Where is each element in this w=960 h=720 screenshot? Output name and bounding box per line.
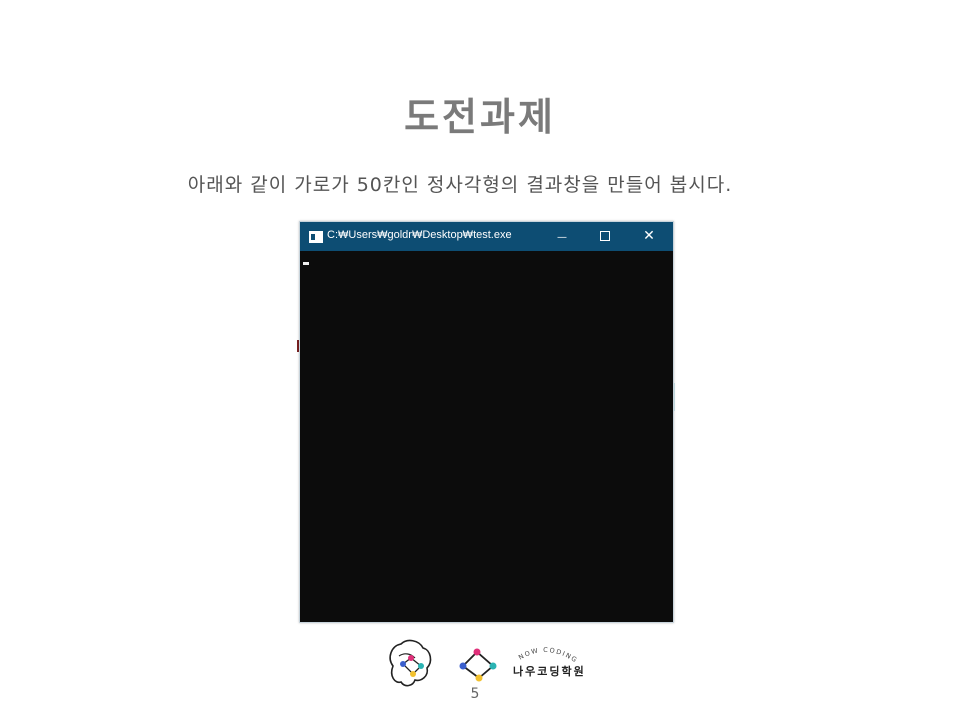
close-icon: ✕: [643, 228, 655, 244]
brand-english-arc: NOW CODING: [517, 646, 579, 665]
console-window[interactable]: C:₩Users₩goldr₩Desktop₩test.exe — ✕: [299, 221, 674, 623]
maximize-icon: [600, 231, 610, 241]
page-number: 5: [470, 686, 480, 702]
console-window-title: C:₩Users₩goldr₩Desktop₩test.exe: [327, 229, 512, 241]
brand-english-text: NOW CODING: [517, 646, 578, 665]
minimize-icon: —: [557, 232, 567, 243]
slide-title: 도전과제: [404, 95, 556, 139]
brand-korean-text: 나우코딩학원: [513, 665, 586, 678]
svg-text:NOW CODING: NOW CODING: [517, 646, 579, 665]
console-cursor: [303, 262, 309, 265]
slide-subtitle: 아래와 같이 가로가 50칸인 정사각형의 결과창을 만들어 봅시다.: [187, 174, 733, 196]
network-logo-icon: [459, 648, 497, 682]
brain-logo-icon: [389, 639, 432, 687]
maximize-button[interactable]: [583, 222, 627, 251]
console-titlebar[interactable]: C:₩Users₩goldr₩Desktop₩test.exe — ✕: [300, 222, 673, 251]
console-output-area[interactable]: [300, 251, 673, 622]
academy-logo: NOW CODING 나우코딩학원: [385, 636, 605, 692]
console-app-icon: [309, 231, 323, 243]
close-button[interactable]: ✕: [627, 222, 671, 251]
minimize-button[interactable]: —: [540, 222, 584, 251]
